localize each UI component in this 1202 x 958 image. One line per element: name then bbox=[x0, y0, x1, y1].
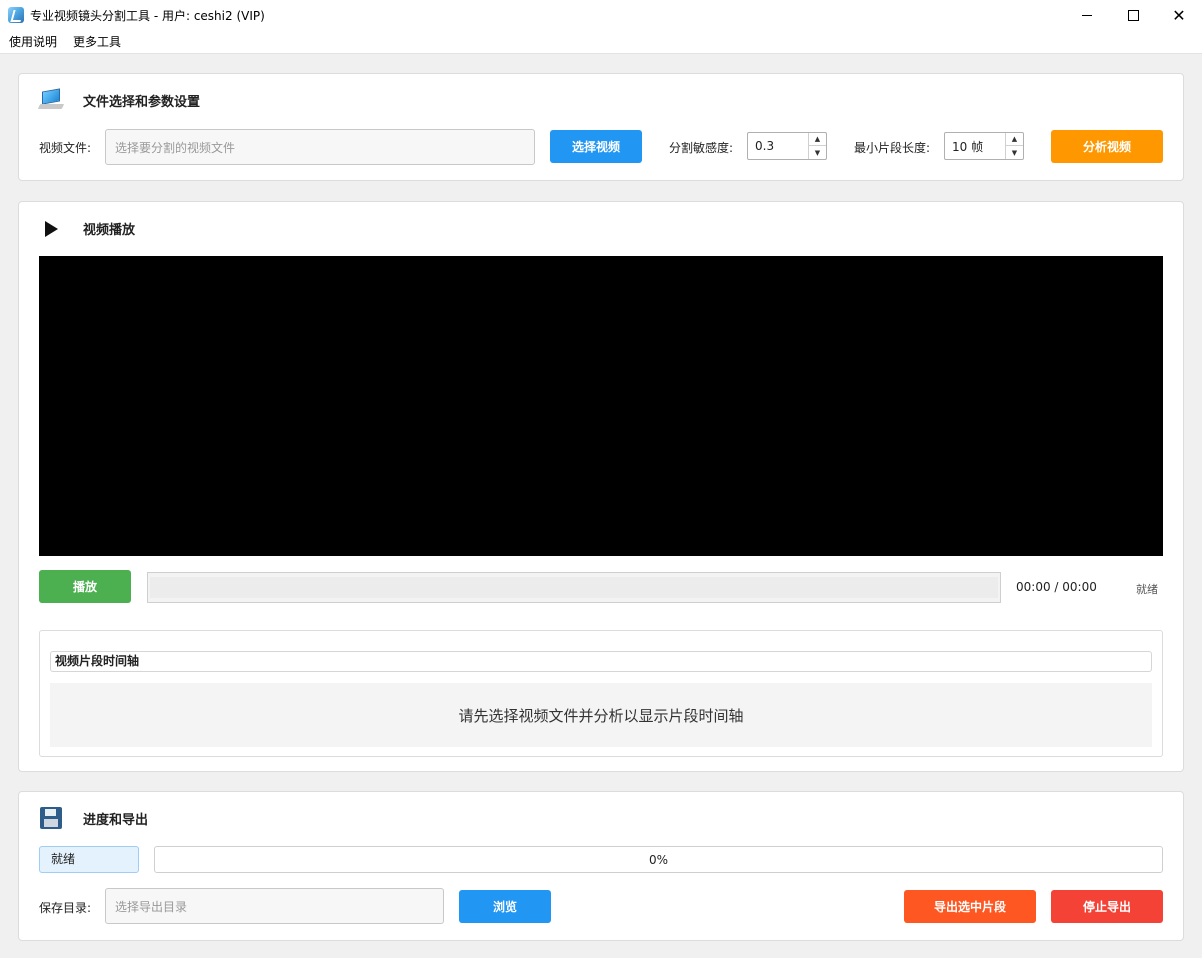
window-controls: ✕ bbox=[1064, 0, 1202, 30]
close-button[interactable]: ✕ bbox=[1156, 0, 1202, 30]
sensitivity-label: 分割敏感度: bbox=[669, 141, 734, 155]
chevron-up-icon[interactable]: ▲ bbox=[809, 133, 826, 146]
title-bar: 专业视频镜头分割工具 - 用户: ceshi2 (VIP) ✕ bbox=[0, 0, 1202, 30]
file-settings-panel: 文件选择和参数设置 视频文件: 选择要分割的视频文件 选择视频 分割敏感度: 0… bbox=[18, 73, 1184, 181]
min-segment-stepper[interactable]: ▲ ▼ bbox=[1005, 133, 1023, 159]
stop-export-button[interactable]: 停止导出 bbox=[1051, 890, 1163, 923]
save-dir-label: 保存目录: bbox=[39, 901, 92, 915]
status-badge: 就绪 bbox=[39, 846, 139, 873]
export-header: 进度和导出 bbox=[39, 807, 148, 829]
window-title: 专业视频镜头分割工具 - 用户: ceshi2 (VIP) bbox=[30, 8, 265, 23]
file-settings-header: 文件选择和参数设置 bbox=[37, 88, 201, 110]
timeline-title: 视频片段时间轴 bbox=[50, 651, 1152, 672]
chevron-down-icon[interactable]: ▼ bbox=[809, 146, 826, 159]
video-display[interactable] bbox=[39, 256, 1163, 556]
app-icon bbox=[8, 7, 24, 23]
player-status: 就绪 bbox=[1136, 583, 1158, 596]
time-display: 00:00 / 00:00 bbox=[1016, 580, 1097, 594]
min-segment-spinbox[interactable]: 10 帧 ▲ ▼ bbox=[944, 132, 1024, 160]
min-segment-label: 最小片段长度: bbox=[854, 141, 931, 155]
export-selected-button[interactable]: 导出选中片段 bbox=[904, 890, 1036, 923]
analyze-video-button[interactable]: 分析视频 bbox=[1051, 130, 1163, 163]
sensitivity-value: 0.3 bbox=[755, 139, 775, 153]
export-progress-bar: 0% bbox=[154, 846, 1163, 873]
play-icon bbox=[44, 220, 58, 237]
timeline-area[interactable]: 请先选择视频文件并分析以显示片段时间轴 bbox=[50, 683, 1152, 747]
panel-title: 文件选择和参数设置 bbox=[83, 94, 201, 110]
sensitivity-spinbox[interactable]: 0.3 ▲ ▼ bbox=[747, 132, 827, 160]
panel-title: 视频播放 bbox=[83, 223, 136, 238]
seek-slider[interactable] bbox=[147, 572, 1001, 603]
menu-item-help[interactable]: 使用说明 bbox=[0, 30, 65, 54]
menu-item-more-tools[interactable]: 更多工具 bbox=[65, 30, 129, 54]
video-player-header: 视频播放 bbox=[39, 219, 135, 238]
close-icon: ✕ bbox=[1172, 5, 1186, 25]
timeline-empty-message: 请先选择视频文件并分析以显示片段时间轴 bbox=[458, 706, 744, 725]
chevron-down-icon[interactable]: ▼ bbox=[1006, 146, 1023, 159]
browse-button[interactable]: 浏览 bbox=[459, 890, 551, 923]
floppy-disk-icon bbox=[40, 807, 62, 829]
sensitivity-stepper[interactable]: ▲ ▼ bbox=[808, 133, 826, 159]
video-player-panel: 视频播放 播放 00:00 / 00:00 就绪 视频片段时间轴 请先选择视频文… bbox=[18, 201, 1184, 772]
video-file-label: 视频文件: bbox=[39, 141, 92, 155]
progress-text: 0% bbox=[648, 852, 669, 867]
chevron-up-icon[interactable]: ▲ bbox=[1006, 133, 1023, 146]
min-segment-value: 10 帧 bbox=[952, 139, 984, 154]
seek-track bbox=[150, 577, 998, 598]
timeline-group: 视频片段时间轴 请先选择视频文件并分析以显示片段时间轴 bbox=[39, 630, 1163, 757]
minimize-button[interactable] bbox=[1064, 0, 1110, 30]
monitor-icon bbox=[37, 88, 65, 110]
export-panel: 进度和导出 就绪 0% 保存目录: 选择导出目录 浏览 导出选中片段 停止导出 bbox=[18, 791, 1184, 941]
video-file-input[interactable]: 选择要分割的视频文件 bbox=[105, 129, 535, 165]
panel-title: 进度和导出 bbox=[83, 812, 149, 828]
save-dir-input[interactable]: 选择导出目录 bbox=[105, 888, 444, 924]
maximize-button[interactable] bbox=[1110, 0, 1156, 30]
choose-video-button[interactable]: 选择视频 bbox=[550, 130, 642, 163]
menu-bar: 使用说明 更多工具 bbox=[0, 30, 1202, 54]
play-button[interactable]: 播放 bbox=[39, 570, 131, 603]
